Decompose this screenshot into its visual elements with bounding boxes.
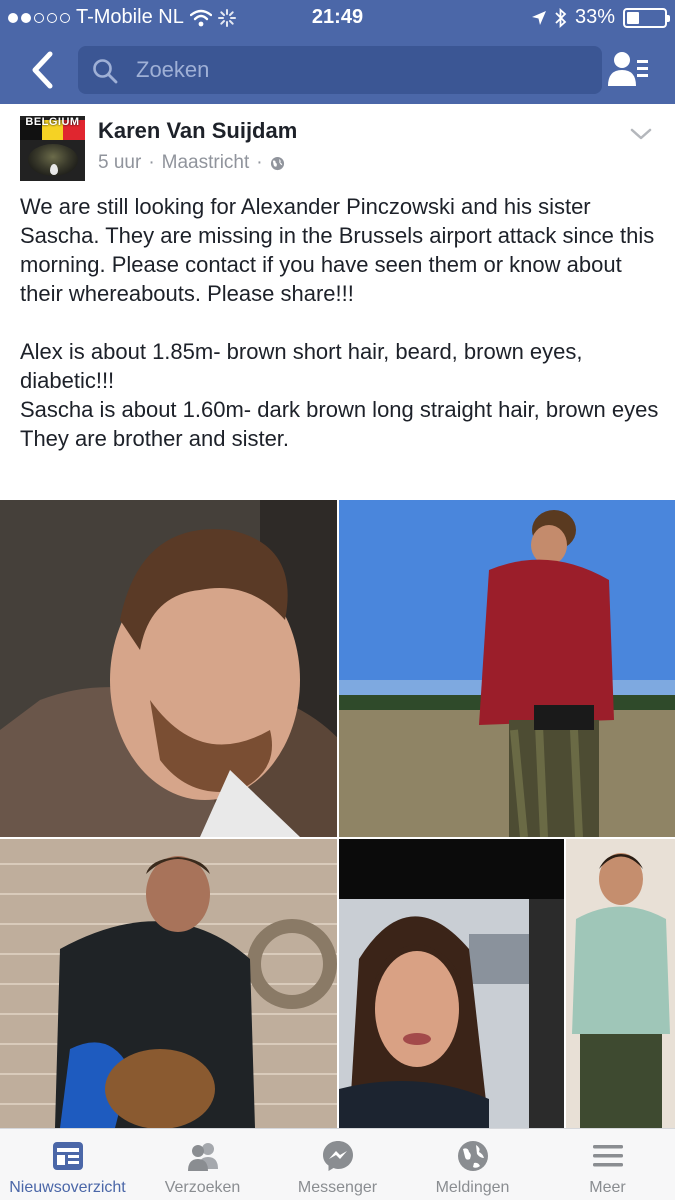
post-paragraph: We are still looking for Alexander Pincz… bbox=[20, 194, 655, 306]
nav-bar bbox=[0, 36, 675, 104]
search-bar[interactable] bbox=[78, 46, 602, 94]
avatar[interactable]: BELGIUM bbox=[20, 116, 85, 181]
meta-separator: · bbox=[256, 152, 263, 173]
friends-list-icon[interactable] bbox=[607, 50, 649, 88]
avatar-tear-image bbox=[50, 164, 58, 175]
search-icon bbox=[93, 59, 118, 84]
tab-messenger[interactable]: Messenger bbox=[270, 1129, 405, 1200]
tab-notifications[interactable]: Meldingen bbox=[405, 1129, 540, 1200]
post-location[interactable]: Maastricht bbox=[162, 152, 250, 174]
tab-label: Meldingen bbox=[435, 1179, 510, 1196]
post-paragraph: They are brother and sister. bbox=[20, 426, 290, 451]
tab-more[interactable]: Meer bbox=[540, 1129, 675, 1200]
photo-3[interactable] bbox=[0, 839, 337, 1128]
post-time[interactable]: 5 uur bbox=[98, 152, 141, 174]
chevron-down-icon[interactable] bbox=[629, 126, 653, 142]
globe-privacy-icon bbox=[270, 156, 284, 170]
messenger-icon bbox=[322, 1141, 353, 1171]
status-right: 33% bbox=[531, 6, 670, 29]
search-input[interactable] bbox=[136, 46, 576, 94]
tab-news-feed[interactable]: Nieuwsoverzicht bbox=[0, 1129, 135, 1200]
post-body: We are still looking for Alexander Pincz… bbox=[20, 192, 660, 453]
menu-icon bbox=[592, 1145, 623, 1167]
photo-1[interactable] bbox=[0, 500, 337, 837]
status-bar: T-Mobile NL 21:49 33% bbox=[0, 0, 675, 36]
avatar-label: BELGIUM bbox=[25, 116, 80, 128]
photo-4[interactable] bbox=[339, 839, 564, 1128]
location-arrow-icon bbox=[531, 10, 546, 25]
bluetooth-icon bbox=[555, 7, 567, 28]
tab-label: Meer bbox=[589, 1179, 626, 1196]
post-paragraph: Alex is about 1.85m- brown short hair, b… bbox=[20, 339, 583, 393]
post-paragraph: Sascha is about 1.60m- dark brown long s… bbox=[20, 397, 659, 422]
feed-post: BELGIUM Karen Van Suijdam 5 uur · Maastr… bbox=[0, 104, 675, 1128]
meta-separator: · bbox=[148, 152, 155, 173]
tab-label: Verzoeken bbox=[164, 1179, 241, 1196]
photo-2[interactable] bbox=[339, 500, 675, 837]
tab-label: Messenger bbox=[297, 1179, 378, 1196]
friend-requests-icon bbox=[187, 1143, 218, 1171]
photo-collage bbox=[0, 500, 675, 1128]
battery-percent: 33% bbox=[574, 6, 615, 28]
post-meta: 5 uur · Maastricht · bbox=[98, 152, 285, 174]
tab-label: Nieuwsoverzicht bbox=[9, 1179, 126, 1196]
tab-requests[interactable]: Verzoeken bbox=[135, 1129, 270, 1200]
tab-bar: Nieuwsoverzicht Verzoeken Messenger Meld… bbox=[0, 1128, 675, 1200]
top-bar: T-Mobile NL 21:49 33% Zoeken bbox=[0, 0, 675, 104]
news-feed-icon bbox=[52, 1142, 83, 1170]
battery-icon bbox=[623, 7, 670, 28]
back-chevron-icon[interactable] bbox=[26, 48, 60, 92]
post-author[interactable]: Karen Van Suijdam bbox=[98, 118, 297, 144]
globe-notifications-icon bbox=[457, 1141, 488, 1171]
photo-5[interactable] bbox=[566, 839, 675, 1128]
